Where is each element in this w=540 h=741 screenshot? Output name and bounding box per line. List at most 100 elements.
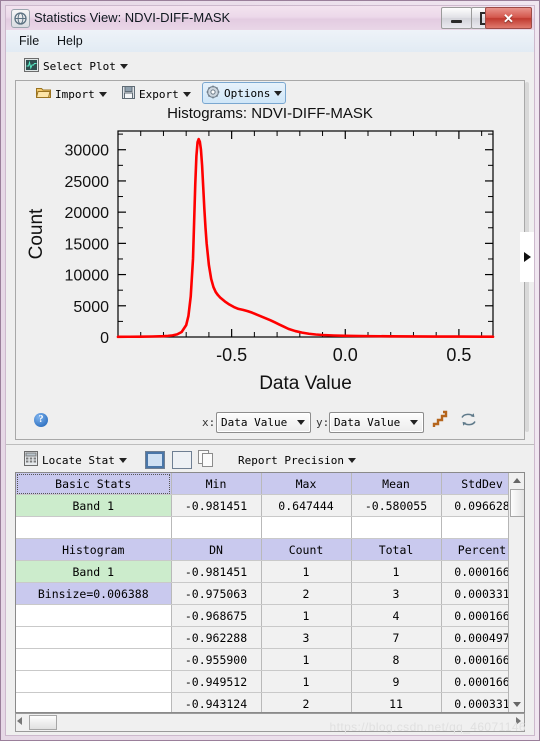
table-cell[interactable]: Min <box>171 473 262 495</box>
close-button[interactable]: ✕ <box>485 7 532 29</box>
splitter-expand-handle[interactable] <box>520 232 534 282</box>
table-cell[interactable]: Binsize=0.006388 <box>16 582 172 605</box>
table-cell[interactable] <box>16 604 172 627</box>
table-cell[interactable]: Histogram <box>16 538 172 561</box>
table-vertical-scrollbar[interactable] <box>508 473 524 712</box>
table-cell[interactable]: -0.955900 <box>171 648 262 671</box>
hscroll-thumb[interactable] <box>29 715 57 730</box>
table-view-icon[interactable] <box>172 451 192 469</box>
table-header-row[interactable]: Histogram DN Count Total Percent <box>16 538 524 561</box>
menu-item-file[interactable]: File <box>12 32 46 50</box>
svg-text:25000: 25000 <box>65 174 110 191</box>
table-cell[interactable]: 8 <box>351 648 442 671</box>
panel-splitter[interactable] <box>520 82 534 432</box>
table-cell[interactable]: -0.981451 <box>171 494 262 517</box>
select-plot-label: Select Plot <box>43 59 116 73</box>
table-cell[interactable]: -0.580055 <box>351 494 442 517</box>
table-cell[interactable]: 7 <box>351 626 442 649</box>
steps-icon[interactable] <box>432 410 448 433</box>
table-cell[interactable]: 9 <box>351 670 442 693</box>
table-row[interactable]: Band 1 -0.981451 1 1 0.000166 <box>16 560 524 583</box>
copy-icon[interactable] <box>198 450 214 472</box>
help-icon[interactable]: ? <box>34 413 48 427</box>
table-cell[interactable]: Mean <box>351 473 442 495</box>
table-cell[interactable]: -0.968675 <box>171 604 262 627</box>
table-cell[interactable] <box>171 516 262 539</box>
table-cell[interactable] <box>261 516 352 539</box>
table-cell[interactable]: 1 <box>261 648 352 671</box>
table-row[interactable]: Binsize=0.006388 -0.975063 2 3 0.000331 <box>16 582 524 605</box>
table-cell[interactable]: 4 <box>351 604 442 627</box>
chevron-right-icon[interactable] <box>516 717 521 725</box>
close-icon: ✕ <box>503 10 514 26</box>
table-cell[interactable]: 1 <box>261 560 352 583</box>
select-plot-button[interactable]: Select Plot <box>20 55 132 77</box>
table-cell[interactable] <box>16 516 172 539</box>
table-cell[interactable]: Count <box>261 538 352 561</box>
chevron-down-icon <box>98 91 107 97</box>
table-cell[interactable]: DN <box>171 538 262 561</box>
table-cell[interactable] <box>16 626 172 649</box>
menu-item-help[interactable]: Help <box>50 32 90 50</box>
table-cell[interactable]: -0.975063 <box>171 582 262 605</box>
menu-bar: File Help <box>6 30 534 53</box>
table-header-row[interactable]: Basic Stats Min Max Mean StdDev <box>16 473 524 495</box>
table-cell[interactable]: 1 <box>261 604 352 627</box>
table-cell[interactable]: 3 <box>351 582 442 605</box>
table-cell[interactable] <box>16 648 172 671</box>
table-row[interactable]: -0.962288 3 7 0.000497 <box>16 626 524 649</box>
svg-text:30000: 30000 <box>65 143 110 160</box>
table-cell[interactable]: Max <box>261 473 352 495</box>
locate-stat-button[interactable]: Locate Stat <box>20 449 131 471</box>
table-cell[interactable]: Band 1 <box>16 494 172 517</box>
calculator-icon <box>24 451 38 469</box>
horizontal-divider <box>6 444 534 445</box>
table-cell[interactable]: 1 <box>261 670 352 693</box>
table-cell[interactable] <box>16 692 172 712</box>
chart-controls-bar: ? x: Data Value y: Data Value <box>16 389 524 439</box>
options-button[interactable]: Options <box>202 82 287 104</box>
import-button[interactable]: Import <box>32 83 111 105</box>
table-cell[interactable]: -0.981451 <box>171 560 262 583</box>
refresh-icon[interactable] <box>460 412 477 432</box>
table-cell[interactable]: Band 1 <box>16 560 172 583</box>
table-horizontal-scrollbar[interactable] <box>15 713 525 732</box>
grid-view-icon[interactable] <box>145 451 165 469</box>
table-scroll-thumb[interactable] <box>510 489 524 517</box>
table-cell[interactable] <box>351 516 442 539</box>
minimize-button[interactable] <box>441 7 472 29</box>
table-cell[interactable] <box>16 670 172 693</box>
export-button[interactable]: Export <box>118 83 195 105</box>
table-cell[interactable]: 2 <box>261 692 352 712</box>
scroll-down-button[interactable] <box>509 697 524 712</box>
table-row[interactable] <box>16 516 524 539</box>
svg-text:0.0: 0.0 <box>333 345 358 365</box>
table-row[interactable]: -0.943124 2 11 0.000331 <box>16 692 524 712</box>
scroll-up-button[interactable] <box>509 473 524 488</box>
table-cell[interactable]: -0.943124 <box>171 692 262 712</box>
plot-panel: Import Export Options Histograms: NDVI-D… <box>15 80 525 440</box>
table-cell[interactable]: Basic Stats <box>16 473 172 495</box>
table-cell[interactable]: 2 <box>261 582 352 605</box>
x-axis-select[interactable]: Data Value <box>216 412 311 433</box>
report-precision-button[interactable]: Report Precision <box>234 449 360 471</box>
table-cell[interactable]: 11 <box>351 692 442 712</box>
y-axis-select[interactable]: Data Value <box>329 412 424 433</box>
table-row[interactable]: Band 1 -0.981451 0.647444 -0.580055 0.096628 <box>16 494 524 517</box>
table-cell[interactable]: 1 <box>351 560 442 583</box>
table-row[interactable]: -0.968675 1 4 0.000166 <box>16 604 524 627</box>
table-cell[interactable]: 3 <box>261 626 352 649</box>
table-row[interactable]: -0.955900 1 8 0.000166 <box>16 648 524 671</box>
statistics-table: Basic Stats Min Max Mean StdDev Band 1 -0.9814… <box>16 473 524 712</box>
svg-text:0.5: 0.5 <box>446 345 471 365</box>
table-cell[interactable]: Total <box>351 538 442 561</box>
y-axis-value: Data Value <box>334 416 401 429</box>
statistics-view-window: Statistics View: NDVI-DIFF-MASK ✕ File H… <box>0 0 540 741</box>
table-cell[interactable]: 0.647444 <box>261 494 352 517</box>
table-cell[interactable]: -0.962288 <box>171 626 262 649</box>
table-row[interactable]: -0.949512 1 9 0.000166 <box>16 670 524 693</box>
table-cell[interactable]: -0.949512 <box>171 670 262 693</box>
chevron-left-icon[interactable] <box>17 717 22 725</box>
svg-text:-0.5: -0.5 <box>216 345 247 365</box>
svg-text:Count: Count <box>26 208 47 259</box>
